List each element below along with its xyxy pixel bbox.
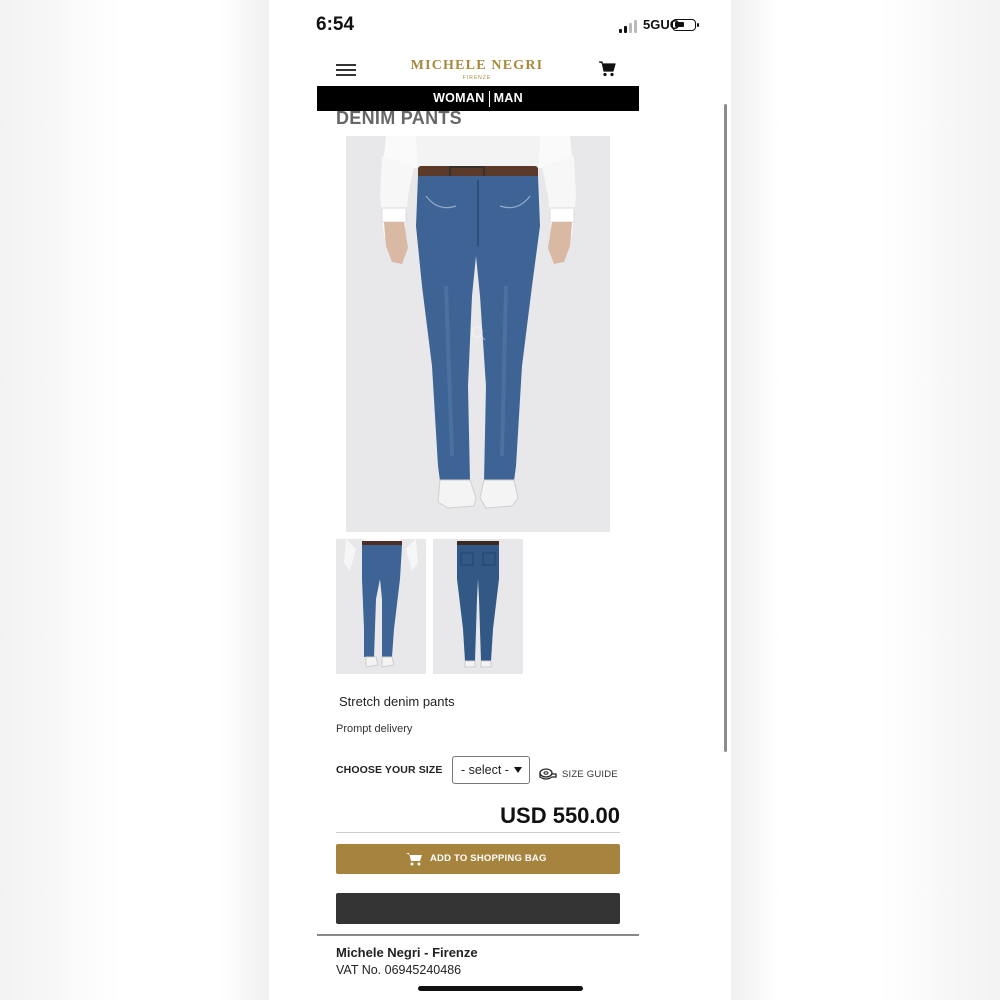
- add-to-bag-button[interactable]: ADD TO SHOPPING BAG: [336, 844, 620, 874]
- home-indicator[interactable]: [418, 986, 583, 991]
- chevron-down-icon: [514, 767, 522, 773]
- phone-screen: 6:54 5GUC MICHELE NEGRI FIRENZE WOMAN MAN…: [269, 0, 731, 1000]
- nav-separator: [488, 90, 490, 107]
- size-label: CHOOSE YOUR SIZE: [336, 764, 443, 776]
- logo-main-text: MICHELE NEGRI: [410, 58, 544, 73]
- delivery-note: Prompt delivery: [336, 723, 413, 735]
- product-main-image[interactable]: [346, 136, 610, 532]
- footer-vat: VAT No. 06945240486: [336, 963, 462, 977]
- signal-icon: [619, 20, 641, 33]
- footer-company: Michele Negri - Firenze: [336, 945, 478, 960]
- brand-logo[interactable]: MICHELE NEGRI FIRENZE: [387, 58, 567, 81]
- product-description: Stretch denim pants: [339, 694, 455, 709]
- menu-icon[interactable]: [336, 64, 356, 76]
- footer-divider: [317, 934, 639, 936]
- status-time: 6:54: [316, 14, 355, 35]
- add-to-bag-label: ADD TO SHOPPING BAG: [430, 853, 547, 864]
- product-thumbnail-front[interactable]: [336, 539, 426, 674]
- cart-icon[interactable]: [599, 61, 616, 77]
- secondary-button[interactable]: [336, 893, 620, 924]
- size-select-value: - select -: [461, 763, 509, 777]
- size-guide-label: SIZE GUIDE: [562, 769, 618, 780]
- ruler-icon: [539, 768, 557, 780]
- product-thumbnail-back[interactable]: [433, 539, 523, 674]
- battery-icon: [672, 19, 699, 31]
- product-price: USD 550.00: [500, 803, 620, 828]
- cart-icon: [406, 853, 422, 866]
- size-select[interactable]: - select -: [452, 756, 530, 784]
- logo-sub-text: FIRENZE: [462, 75, 492, 81]
- nav-man[interactable]: MAN: [494, 91, 523, 105]
- nav-woman[interactable]: WOMAN: [433, 91, 485, 105]
- scrollbar[interactable]: [724, 104, 727, 752]
- product-title: DENIM PANTS: [336, 108, 462, 128]
- divider: [336, 832, 620, 833]
